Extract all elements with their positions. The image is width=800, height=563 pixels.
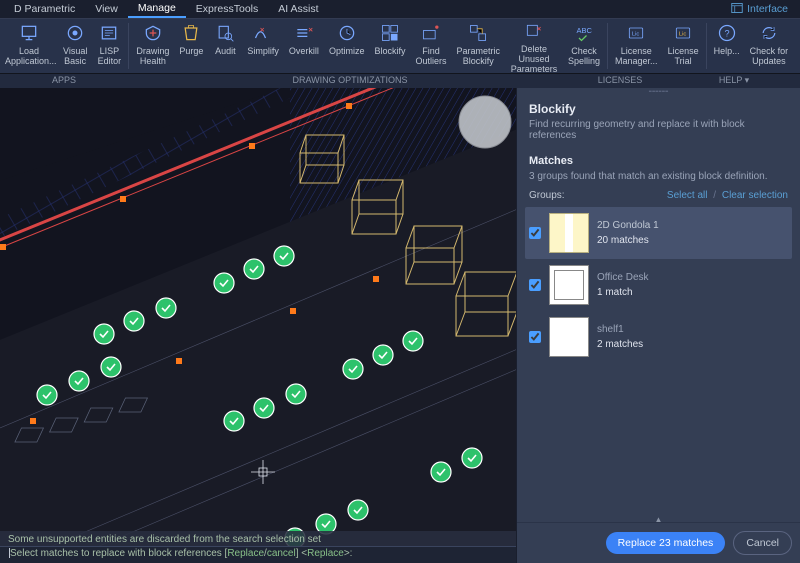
health-icon [142,22,164,44]
ribbon-purge[interactable]: Purge [174,19,208,73]
ribbon-simplify[interactable]: Simplify [242,19,284,73]
command-line[interactable]: Some unsupported entities are discarded … [0,531,516,563]
group-count: 1 match [597,287,649,298]
overkill-icon [293,22,315,44]
group-thumbnail [549,213,589,253]
delparams-icon [523,22,545,42]
group-checkbox[interactable] [529,227,541,239]
ribbon-load-application[interactable]: LoadApplication... [0,19,58,73]
interface-link-label: Interface [747,3,788,15]
panel-title: Blockify [529,102,788,116]
purge-icon [180,22,202,44]
spell-icon: ABC [573,22,595,44]
lisp-icon [98,22,120,44]
lictrial-icon: Lic [672,22,694,44]
ribbon-find-outliers[interactable]: FindOutliers [410,19,451,73]
vb-icon [64,22,86,44]
cancel-button[interactable]: Cancel [733,531,792,555]
command-prompt[interactable]: Select matches to replace with block ref… [0,546,516,563]
blockify-panel: ╌╌╌ Blockify Find recurring geometry and… [516,88,800,563]
ribbon-help[interactable]: ?Help... [709,19,745,73]
ribbon: LoadApplication... VisualBasic LISPEdito… [0,18,800,74]
menu-view[interactable]: View [85,1,128,17]
select-all-link[interactable]: Select all [667,190,708,201]
matches-info: 3 groups found that match an existing bl… [517,171,800,188]
ribbon-visual-basic[interactable]: VisualBasic [58,19,92,73]
group-item-office-desk[interactable]: Office Desk 1 match [525,259,792,311]
matches-section-title: Matches [517,145,800,171]
group-item-shelf[interactable]: shelf1 2 matches [525,311,792,363]
group-name: shelf1 [597,324,643,335]
ribbon-overkill[interactable]: Overkill [284,19,324,73]
ribbon-check-spelling[interactable]: ABCCheckSpelling [563,19,605,73]
menu-parametric[interactable]: D Parametric [4,1,85,17]
menu-ai-assist[interactable]: AI Assist [268,1,328,17]
svg-text:Lic: Lic [632,32,640,38]
help-icon: ? [716,22,738,44]
group-name: 2D Gondola 1 [597,220,659,231]
group-thumbnail [549,317,589,357]
menu-expresstools[interactable]: ExpressTools [186,1,268,17]
panel-icon [731,2,743,17]
panel-help[interactable]: HELP ▾ [668,74,800,88]
ribbon-parametric-blockify[interactable]: ParametricBlockify [451,19,505,73]
groups-label: Groups: [529,190,565,201]
clear-selection-link[interactable]: Clear selection [722,190,788,201]
drawing-canvas [0,88,516,563]
interface-link[interactable]: Interface [731,2,796,17]
collapse-caret-icon[interactable]: ▲ [655,515,663,524]
svg-text:?: ? [724,28,729,38]
ribbon-license-trial[interactable]: LicLicenseTrial [663,19,704,73]
ribbon-audit[interactable]: Audit [208,19,242,73]
ribbon-lisp-editor[interactable]: LISPEditor [92,19,126,73]
ribbon-panel-strip: APPS DRAWING OPTIMIZATIONS LICENSES HELP… [0,74,800,88]
outliers-icon [420,22,442,44]
group-thumbnail [549,265,589,305]
panel-apps[interactable]: APPS [0,74,128,88]
group-name: Office Desk [597,272,649,283]
group-checkbox[interactable] [529,331,541,343]
simplify-icon [252,22,274,44]
group-item-gondola[interactable]: 2D Gondola 1 20 matches [525,207,792,259]
command-history-line: Some unsupported entities are discarded … [0,531,516,546]
audit-icon [214,22,236,44]
ribbon-blockify[interactable]: Blockify [369,19,410,73]
svg-text:ABC: ABC [577,26,593,35]
updates-icon [758,22,780,44]
ribbon-license-manager[interactable]: LicLicenseManager... [610,19,663,73]
panel-drawing-optimizations[interactable]: DRAWING OPTIMIZATIONS [128,74,572,88]
group-count: 20 matches [597,235,659,246]
blockify-icon [379,22,401,44]
optimize-icon [336,22,358,44]
ribbon-optimize[interactable]: Optimize [324,19,370,73]
drawing-viewport[interactable]: Some unsupported entities are discarded … [0,88,516,563]
licmgr-icon: Lic [625,22,647,44]
group-count: 2 matches [597,339,643,350]
panel-description: Find recurring geometry and replace it w… [529,119,788,141]
svg-text:Lic: Lic [679,32,687,38]
ribbon-drawing-health[interactable]: DrawingHealth [131,19,174,73]
group-checkbox[interactable] [529,279,541,291]
ribbon-check-updates[interactable]: Check forUpdates [745,19,794,73]
group-list: 2D Gondola 1 20 matches Office Desk 1 ma… [517,207,800,522]
pblockify-icon [467,22,489,44]
menu-bar: D Parametric View Manage ExpressTools AI… [0,0,800,18]
load-app-icon [18,22,40,44]
replace-matches-button[interactable]: Replace 23 matches [606,532,726,554]
ribbon-delete-unused-params[interactable]: Delete UnusedParameters [505,19,563,73]
menu-manage[interactable]: Manage [128,0,186,18]
